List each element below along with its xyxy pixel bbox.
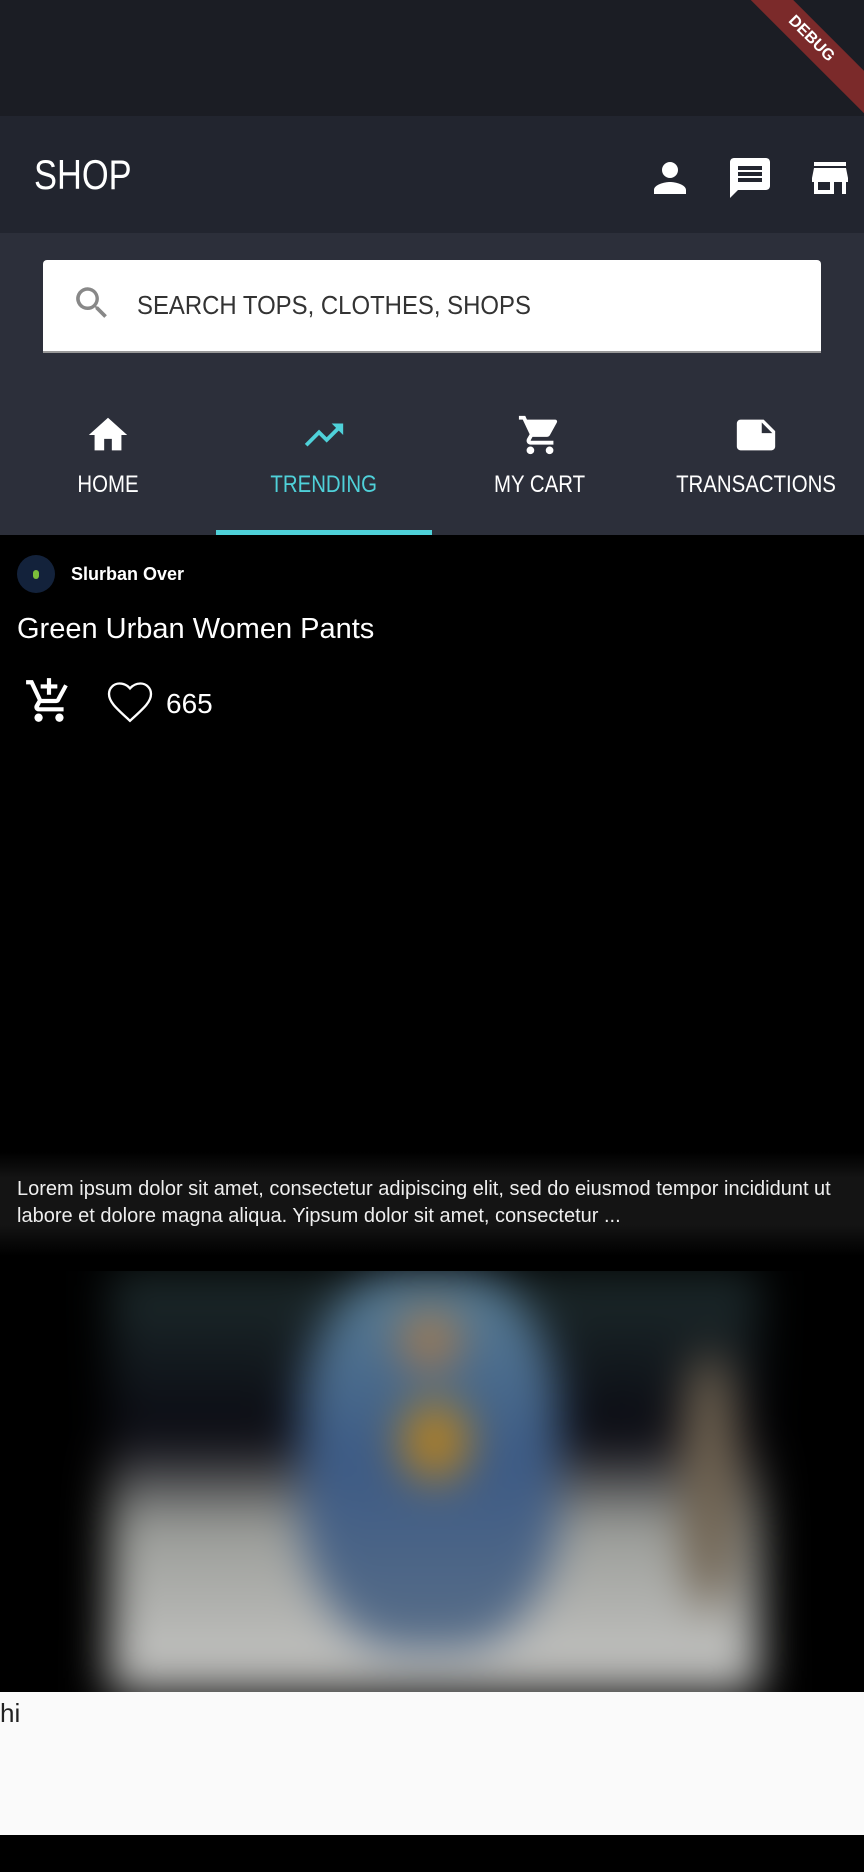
cart-icon: [517, 412, 563, 463]
tab-label: TRANSACTIONS: [676, 471, 836, 498]
tab-transactions[interactable]: TRANSACTIONS: [648, 394, 864, 535]
product-image[interactable]: [0, 1271, 864, 1692]
app-title: SHOP: [34, 150, 132, 198]
search-placeholder: SEARCH TOPS, CLOTHES, SHOPS: [137, 290, 531, 320]
search-icon: [71, 282, 113, 329]
tab-label: TRENDING: [270, 471, 378, 498]
footer-area: hi: [0, 1692, 864, 1835]
footer-text: hi: [0, 1698, 21, 1728]
tab-label: HOME: [77, 471, 139, 498]
tab-trending[interactable]: TRENDING: [216, 394, 432, 535]
tab-my-cart[interactable]: MY CART: [432, 394, 648, 535]
add-to-cart-icon[interactable]: [24, 676, 74, 731]
product-description: Lorem ipsum dolor sit amet, consectetur …: [17, 1178, 831, 1227]
shop-header[interactable]: Slurban Over: [17, 555, 184, 593]
app-bar: SHOP: [0, 116, 864, 233]
trending-up-icon: [301, 412, 347, 463]
tab-bar: HOME TRENDING MY CART TRANSACTIONS: [0, 394, 864, 535]
product-name: Green Urban Women Pants: [17, 613, 375, 645]
home-icon: [85, 412, 131, 463]
tab-home[interactable]: HOME: [0, 394, 216, 535]
description-band: Lorem ipsum dolor sit amet, consectetur …: [0, 1152, 864, 1256]
like-count: 665: [166, 687, 213, 719]
store-icon[interactable]: [806, 154, 854, 202]
search-section: SEARCH TOPS, CLOTHES, SHOPS HOME TRENDIN…: [0, 233, 864, 535]
search-input[interactable]: SEARCH TOPS, CLOTHES, SHOPS: [43, 260, 821, 353]
chat-icon[interactable]: [726, 154, 774, 202]
heart-icon[interactable]: [102, 673, 158, 734]
note-icon: [733, 412, 779, 463]
shop-name: Slurban Over: [71, 563, 185, 584]
person-icon[interactable]: [646, 154, 694, 202]
tab-label: MY CART: [494, 471, 586, 498]
shop-avatar: [17, 555, 55, 593]
status-bar: [0, 0, 864, 116]
